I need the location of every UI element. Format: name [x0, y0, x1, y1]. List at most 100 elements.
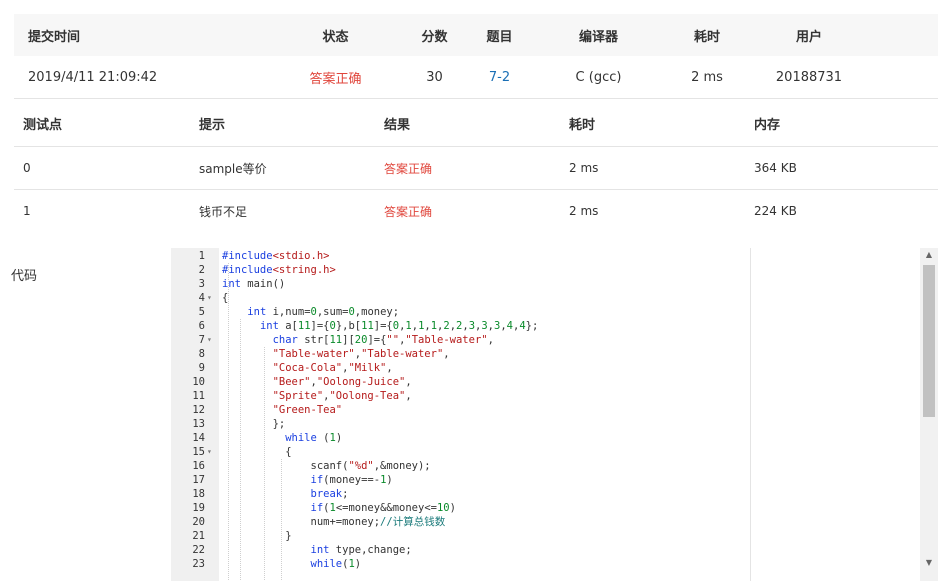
header-hint: 提示	[199, 118, 226, 133]
code-text: int main()	[222, 278, 286, 290]
table-row: 0 sample等价 答案正确 2 ms 364 KB	[14, 147, 938, 190]
code-line: 19 if(1<=money&&money<=10)	[171, 501, 751, 515]
testcase-header-row: 测试点 提示 结果 耗时 内存	[14, 101, 938, 147]
code-text: {	[222, 446, 292, 458]
elapsed-value: 2 ms	[691, 69, 723, 85]
testcase-time: 2 ms	[569, 161, 599, 175]
header-compiler: 编译器	[578, 29, 618, 45]
header-elapsed: 耗时	[693, 29, 720, 45]
indent-guide	[281, 459, 282, 581]
problem-link[interactable]: 7-2	[467, 70, 532, 85]
scroll-down-arrow-icon[interactable]: ▼	[920, 558, 938, 567]
indent-guide	[264, 347, 265, 581]
code-text: "Table-water","Table-water",	[272, 348, 450, 360]
line-number: 4	[198, 292, 205, 304]
table-row: 1 钱币不足 答案正确 2 ms 224 KB	[14, 190, 938, 232]
code-text: int type,change;	[310, 544, 412, 556]
testcase-id: 1	[23, 204, 31, 218]
header-status: 状态	[322, 29, 349, 45]
fold-arrow-icon[interactable]: ▾	[207, 333, 217, 347]
line-number: 13	[192, 418, 205, 430]
code-line: 7 ▾ char str[11][20]={"","Table-water",	[171, 333, 751, 347]
code-line: 18 break;	[171, 487, 751, 501]
code-text: if(1<=money&&money<=10)	[310, 502, 456, 514]
code-line: 10 "Beer","Oolong-Juice",	[171, 375, 751, 389]
testcase-id: 0	[23, 161, 31, 175]
code-text: "Coca-Cola","Milk",	[272, 362, 393, 374]
line-number: 20	[192, 516, 205, 528]
scrollbar-thumb[interactable]	[923, 265, 935, 417]
testcase-time: 2 ms	[569, 204, 599, 218]
line-number: 23	[192, 558, 205, 570]
code-line: 16 scanf("%d",&money);	[171, 459, 751, 473]
line-number: 11	[192, 390, 205, 402]
code-text: };	[222, 418, 286, 430]
code-text: num+=money;//计算总钱数	[222, 516, 446, 528]
testcase-memory: 364 KB	[754, 161, 797, 175]
code-line: 1 #include<stdio.h>	[171, 249, 751, 263]
header-problem: 题目	[486, 29, 513, 45]
user-value: 20188731	[775, 69, 843, 85]
code-line: 15 ▾ {	[171, 445, 751, 459]
code-line: 13 };	[171, 417, 751, 431]
line-number: 19	[192, 502, 205, 514]
code-text: #include<string.h>	[222, 264, 336, 276]
scroll-up-arrow-icon[interactable]: ▲	[920, 250, 938, 259]
line-number: 18	[192, 488, 205, 500]
code-text: "Sprite","Oolong-Tea",	[272, 390, 412, 402]
code-text: scanf("%d",&money);	[222, 460, 431, 472]
submit-time: 2019/4/11 21:09:42	[28, 69, 158, 85]
indent-guide	[240, 319, 241, 581]
code-text: if(money==-1)	[310, 474, 393, 486]
line-number: 9	[198, 362, 205, 374]
testcase-memory: 224 KB	[754, 204, 797, 218]
submission-row: 2019/4/11 21:09:42 答案正确 30 7-2 C (gcc) 2…	[14, 56, 938, 99]
code-line: 21 }	[171, 529, 751, 543]
score-value: 30	[426, 69, 443, 85]
code-text: #include<stdio.h>	[222, 250, 330, 262]
vertical-scrollbar[interactable]: ▲ ▼	[920, 248, 938, 581]
code-line: 9 "Coca-Cola","Milk",	[171, 361, 751, 375]
code-line: 20 num+=money;//计算总钱数	[171, 515, 751, 529]
line-number: 2	[198, 264, 205, 276]
code-text: int a[11]={0},b[11]={0,1,1,1,2,2,3,3,3,4…	[259, 320, 539, 332]
line-number: 17	[192, 474, 205, 486]
line-number: 12	[192, 404, 205, 416]
compiler-value: C (gcc)	[575, 69, 622, 85]
code-line: 22 int type,change;	[171, 543, 751, 557]
code-line: 8 "Table-water","Table-water",	[171, 347, 751, 361]
testcase-result: 答案正确	[384, 161, 433, 176]
line-number: 3	[198, 278, 205, 290]
testcase-hint: sample等价	[199, 161, 267, 176]
line-number: 15	[192, 446, 205, 458]
editor-divider	[750, 248, 751, 581]
header-user: 用户	[795, 29, 822, 45]
header-submit-time: 提交时间	[28, 29, 81, 45]
indent-guide	[228, 263, 229, 581]
code-editor[interactable]: 1 #include<stdio.h> 2 #include<string.h> 3 in…	[171, 248, 751, 581]
line-number: 14	[192, 432, 205, 444]
code-label: 代码	[11, 269, 38, 284]
header-testcase: 测试点	[23, 118, 63, 133]
submission-header-row: 提交时间 状态 分数 题目 编译器 耗时 用户	[14, 14, 938, 56]
fold-arrow-icon[interactable]: ▾	[207, 445, 217, 459]
code-line: 2 #include<string.h>	[171, 263, 751, 277]
line-number: 21	[192, 530, 205, 542]
fold-arrow-icon[interactable]: ▾	[207, 291, 217, 305]
line-number: 6	[198, 320, 205, 332]
line-number: 16	[192, 460, 205, 472]
header-memory: 内存	[754, 118, 781, 133]
code-line: 17 if(money==-1)	[171, 473, 751, 487]
header-time: 耗时	[569, 118, 596, 133]
code-line: 23 while(1)	[171, 557, 751, 571]
header-score: 分数	[421, 29, 448, 45]
code-line: 3 int main()	[171, 277, 751, 291]
code-line: 12 "Green-Tea"	[171, 403, 751, 417]
code-line: 14 while (1)	[171, 431, 751, 445]
line-number: 5	[198, 306, 205, 318]
line-number: 22	[192, 544, 205, 556]
code-line: 4 ▾{	[171, 291, 751, 305]
line-number: 1	[198, 250, 205, 262]
code-line: 6 int a[11]={0},b[11]={0,1,1,1,2,2,3,3,3…	[171, 319, 751, 333]
code-text: char str[11][20]={"","Table-water",	[272, 334, 494, 346]
